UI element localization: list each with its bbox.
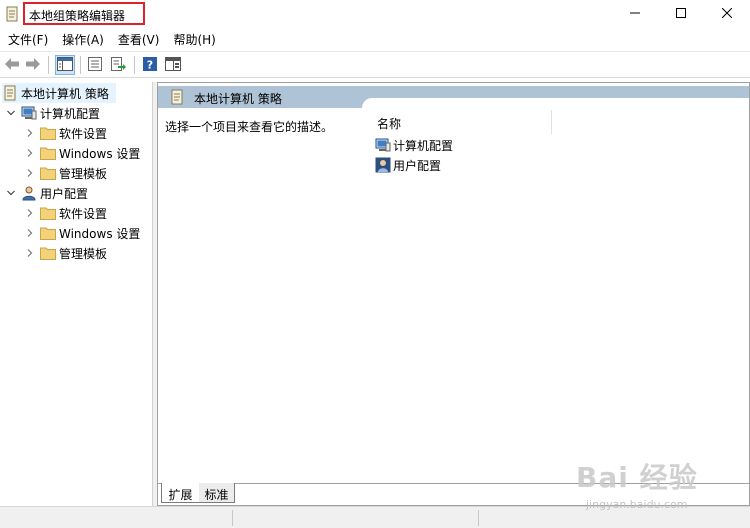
tree-item-computer-windows-settings[interactable]: Windows 设置 — [24, 143, 140, 163]
show-hide-action-pane-icon — [165, 56, 181, 74]
details-header-title: 本地计算机 策略 — [194, 92, 282, 106]
toolbar: ? — [0, 51, 750, 78]
maximize-button[interactable] — [658, 0, 704, 28]
user-icon — [375, 157, 391, 173]
title-bar: 本地组策略编辑器 — [0, 0, 750, 28]
list-item-label: 用户配置 — [393, 158, 442, 173]
description-text: 选择一个项目来查看它的描述。 — [165, 120, 334, 134]
tree-item-computer-config[interactable]: 计算机配置 — [5, 103, 100, 123]
folder-icon — [40, 225, 56, 241]
tree-item-user-admin-templates[interactable]: 管理模板 — [24, 243, 107, 263]
help-icon: ? — [142, 56, 158, 75]
forward-button[interactable] — [23, 55, 43, 75]
tree-label: Windows 设置 — [59, 146, 141, 161]
list-item-label: 计算机配置 — [393, 138, 454, 153]
chevron-right-icon[interactable] — [24, 147, 36, 159]
tree-item-user-windows-settings[interactable]: Windows 设置 — [24, 223, 140, 243]
list-item-computer-config[interactable]: 计算机配置 — [375, 135, 453, 155]
policy-document-icon — [5, 6, 19, 22]
tree-item-user-software-settings[interactable]: 软件设置 — [24, 203, 107, 223]
tab-expand[interactable]: 扩展 — [161, 483, 199, 503]
chevron-right-icon[interactable] — [24, 167, 36, 179]
tab-strip-line — [157, 483, 750, 484]
tree-label: 软件设置 — [59, 206, 108, 221]
folder-icon — [40, 125, 56, 141]
tab-standard[interactable]: 标准 — [199, 483, 235, 503]
window-title-highlight: 本地组策略编辑器 — [23, 2, 145, 25]
tree-label: 本地计算机 策略 — [21, 86, 109, 101]
tree-root-local-computer-policy[interactable]: 本地计算机 策略 — [2, 83, 116, 103]
back-button[interactable] — [2, 55, 22, 75]
tree-item-user-config[interactable]: 用户配置 — [5, 183, 88, 203]
folder-icon — [40, 245, 56, 261]
list-item-user-config[interactable]: 用户配置 — [375, 155, 441, 175]
tree-item-computer-software-settings[interactable]: 软件设置 — [24, 123, 107, 143]
show-hide-console-tree-button[interactable] — [55, 55, 75, 75]
minimize-icon — [630, 7, 640, 21]
export-list-icon — [110, 56, 126, 75]
folder-icon — [40, 145, 56, 161]
details-header-notch — [362, 98, 749, 110]
column-header-label: 名称 — [377, 117, 402, 131]
chevron-right-icon[interactable] — [24, 207, 36, 219]
toolbar-separator — [134, 56, 135, 74]
tree-label: 管理模板 — [59, 166, 108, 181]
menu-action[interactable]: 操作(A) — [55, 28, 111, 50]
console-tree: 本地计算机 策略 计算机配置 软件设置 Windows 设置 管理模板 用户配置… — [0, 82, 153, 506]
chevron-down-icon[interactable] — [5, 107, 17, 119]
window-title: 本地组策略编辑器 — [29, 9, 126, 23]
help-button[interactable]: ? — [140, 55, 160, 75]
tree-label: Windows 设置 — [59, 226, 141, 241]
minimize-button[interactable] — [612, 0, 658, 28]
export-list-button[interactable] — [108, 55, 128, 75]
menu-help[interactable]: 帮助(H) — [166, 28, 222, 50]
status-separator — [478, 510, 479, 526]
show-hide-console-tree-icon — [57, 56, 73, 74]
menu-bar: 文件(F) 操作(A) 查看(V) 帮助(H) — [0, 28, 750, 50]
details-pane: 本地计算机 策略 选择一个项目来查看它的描述。 名称 计算机配置 用户配置 — [157, 82, 750, 506]
status-bar — [0, 506, 750, 528]
toolbar-separator — [80, 56, 81, 74]
folder-icon — [40, 165, 56, 181]
menu-view[interactable]: 查看(V) — [111, 28, 167, 50]
tree-label: 软件设置 — [59, 126, 108, 141]
tree-item-computer-admin-templates[interactable]: 管理模板 — [24, 163, 107, 183]
properties-button[interactable] — [85, 55, 105, 75]
chevron-down-icon[interactable] — [5, 187, 17, 199]
folder-icon — [40, 205, 56, 221]
status-separator — [232, 510, 233, 526]
properties-icon — [87, 56, 103, 75]
svg-text:?: ? — [147, 58, 153, 71]
toolbar-separator — [48, 56, 49, 74]
maximize-icon — [676, 7, 686, 21]
tree-label: 管理模板 — [59, 246, 108, 261]
close-icon — [721, 7, 733, 21]
tree-label: 计算机配置 — [40, 106, 101, 121]
chevron-right-icon[interactable] — [24, 227, 36, 239]
close-button[interactable] — [704, 0, 750, 28]
chevron-right-icon[interactable] — [24, 247, 36, 259]
computer-icon — [375, 137, 391, 153]
back-arrow-icon — [4, 57, 20, 74]
view-tabs: 扩展 标准 — [157, 483, 750, 505]
show-hide-action-pane-button[interactable] — [163, 55, 183, 75]
policy-document-icon — [170, 89, 184, 105]
user-icon — [21, 185, 37, 201]
column-header-name[interactable]: 名称 — [372, 110, 552, 134]
policy-document-icon — [2, 85, 18, 101]
menu-file[interactable]: 文件(F) — [0, 28, 55, 50]
tree-label: 用户配置 — [40, 186, 89, 201]
forward-arrow-icon — [25, 57, 41, 74]
computer-icon — [21, 105, 37, 121]
chevron-right-icon[interactable] — [24, 127, 36, 139]
